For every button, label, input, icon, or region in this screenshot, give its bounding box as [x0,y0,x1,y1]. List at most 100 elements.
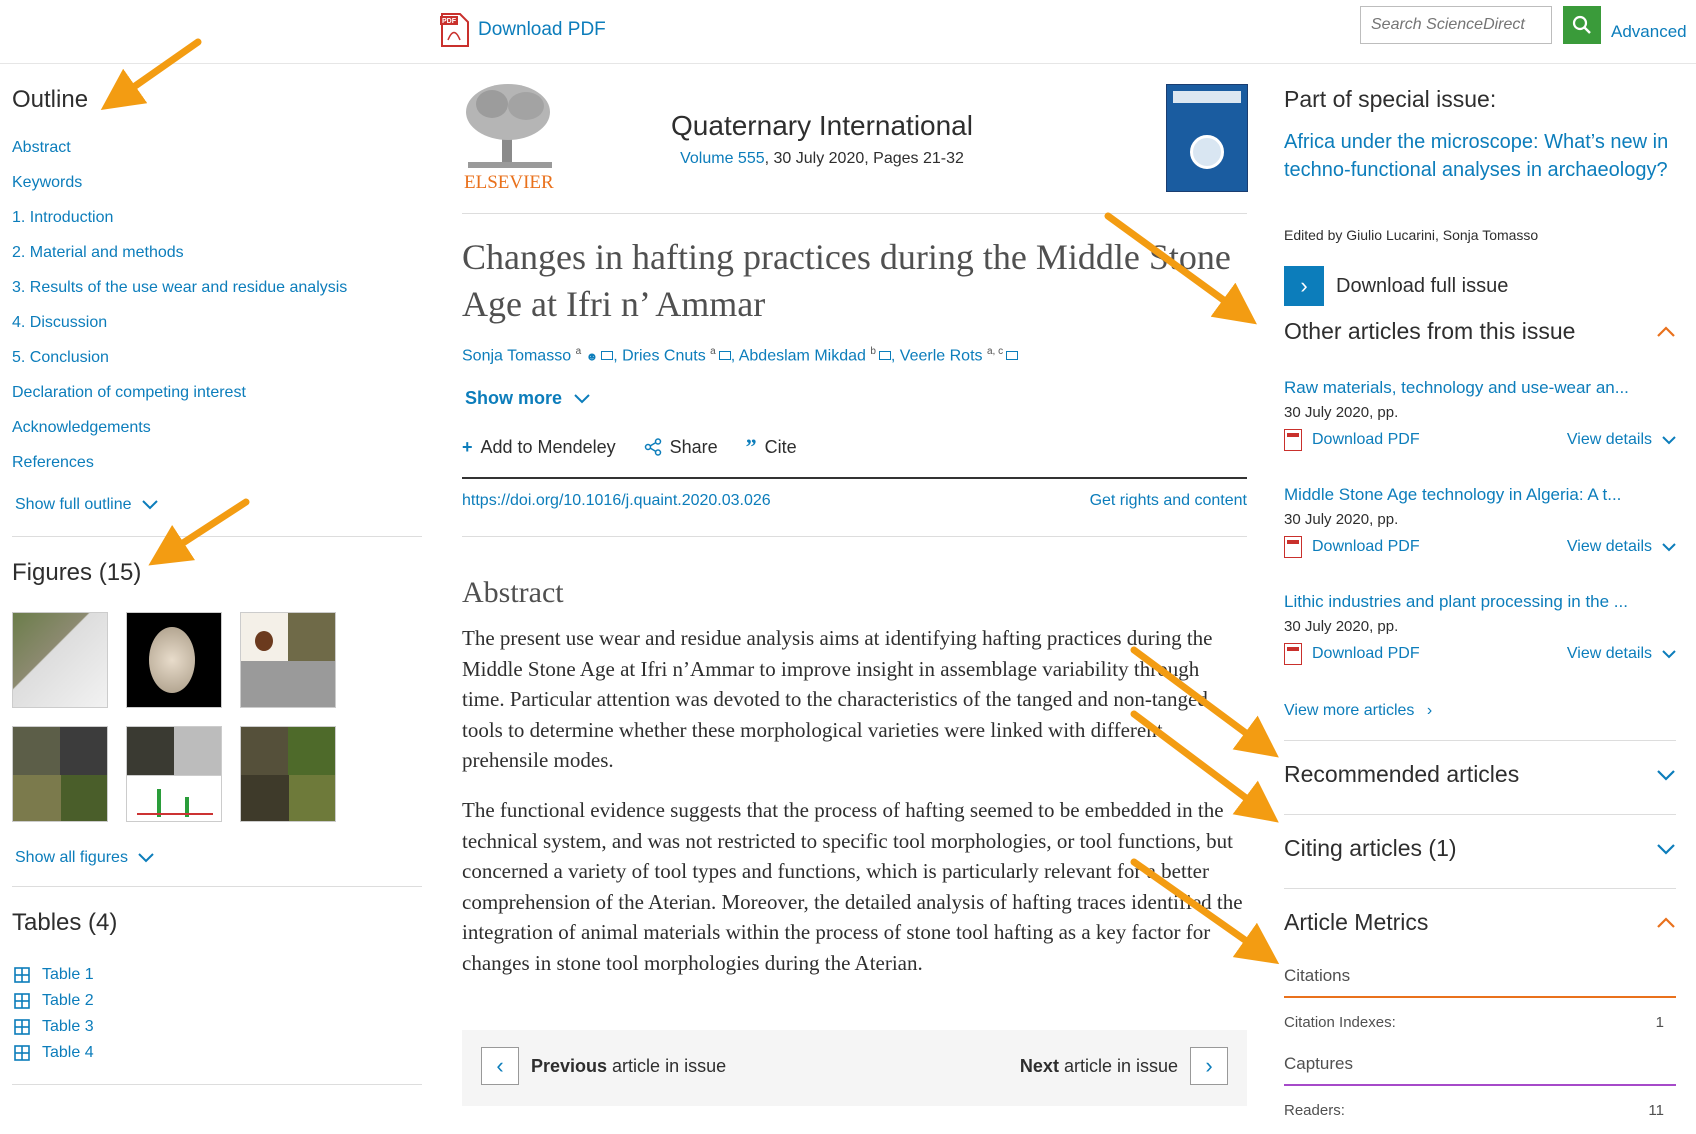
plus-icon: + [462,436,473,457]
article-metrics-heading: Article Metrics [1284,909,1429,935]
issue-article-download-pdf[interactable]: Download PDF [1284,536,1420,558]
issue-article-download-pdf[interactable]: Download PDF [1284,429,1420,451]
view-details-label: View details [1566,431,1652,448]
share-button[interactable]: Share [644,437,718,458]
citing-articles-heading: Citing articles (1) [1284,835,1457,861]
figure-thumbnail[interactable] [126,612,222,708]
abstract-paragraph: The present use wear and residue analysi… [462,626,1213,772]
previous-article-button[interactable]: ‹ Previous article in issue [481,1047,726,1085]
next-article-button[interactable]: Next article in issue › [1020,1047,1228,1085]
chevron-up-icon [1657,325,1675,337]
show-full-outline-button[interactable]: Show full outline [15,496,158,514]
outline-item[interactable]: 5. Conclusion [12,347,347,382]
advanced-search-link[interactable]: Advanced [1611,22,1687,42]
issue-article-links: Download PDF View details [1284,429,1676,451]
chevron-down-icon [574,393,590,403]
issue-article-title[interactable]: Middle Stone Age technology in Algeria: … [1284,485,1672,505]
table-link[interactable]: Table 1 [14,962,94,988]
issue-article-title[interactable]: Raw materials, technology and use-wear a… [1284,378,1672,398]
table-link[interactable]: Table 2 [14,988,94,1014]
issue-article-download-pdf[interactable]: Download PDF [1284,643,1420,665]
issue-article-date: 30 July 2020, pp. [1284,618,1399,635]
figures-heading: Figures (15) [12,559,142,586]
outline-item[interactable]: 1. Introduction [12,207,347,242]
figure-thumbnail[interactable] [126,726,222,822]
table-link[interactable]: Table 4 [14,1040,94,1066]
email-icon[interactable] [1006,351,1019,361]
journal-cover-image[interactable] [1166,84,1248,192]
author-link[interactable]: Veerle Rots [900,347,983,364]
download-full-issue-button[interactable]: › Download full issue [1284,266,1508,306]
special-issue-link[interactable]: Africa under the microscope: What’s new … [1284,128,1676,184]
outline-item[interactable]: 3. Results of the use wear and residue a… [12,277,347,312]
recommended-articles-toggle[interactable]: Recommended articles [1284,761,1676,788]
table-link[interactable]: Table 3 [14,1014,94,1040]
issue-navigation: ‹ Previous article in issue Next article… [462,1030,1247,1106]
chevron-right-icon: › [1426,702,1433,719]
citing-articles-toggle[interactable]: Citing articles (1) [1284,835,1676,862]
outline-item[interactable]: References [12,452,347,487]
download-pdf-button[interactable]: PDF Download PDF [440,12,606,48]
issue-article-date: 30 July 2020, pp. [1284,404,1399,421]
add-to-mendeley-button[interactable]: + Add to Mendeley [462,437,616,458]
author-link[interactable]: Abdeslam Mikdad [739,347,866,364]
view-details-label: View details [1566,538,1652,555]
outline-item[interactable]: Keywords [12,172,347,207]
author-affiliation: a [710,346,716,357]
outline-item[interactable]: 4. Discussion [12,312,347,347]
author-link[interactable]: Dries Cnuts [622,347,706,364]
citation-indexes-label: Citation Indexes: [1284,1014,1396,1031]
figure-thumbnail[interactable] [240,726,336,822]
outline-item[interactable]: 2. Material and methods [12,242,347,277]
divider [12,886,422,887]
author-link[interactable]: Sonja Tomasso [462,347,571,364]
get-rights-link[interactable]: Get rights and content [1090,492,1247,510]
figure-thumbnail[interactable] [12,612,108,708]
show-more-button[interactable]: Show more [465,388,590,409]
abstract-paragraph: The functional evidence suggests that th… [462,798,1243,975]
volume-link[interactable]: Volume 555 [680,150,765,167]
outline-item[interactable]: Acknowledgements [12,417,347,452]
table-icon [14,967,30,983]
issue-article-title[interactable]: Lithic industries and plant processing i… [1284,592,1672,612]
tables-heading: Tables (4) [12,909,118,936]
doi-link[interactable]: https://doi.org/10.1016/j.quaint.2020.03… [462,492,771,510]
figure-thumbnail[interactable] [12,726,108,822]
view-details-button[interactable]: View details [1567,431,1676,449]
email-icon[interactable] [878,351,891,361]
search-button[interactable] [1563,6,1601,44]
view-more-articles-link[interactable]: View more articles › [1284,702,1432,720]
chevron-down-icon [141,500,158,510]
figure-thumbnail[interactable] [240,612,336,708]
outline-item[interactable]: Abstract [12,137,347,172]
elsevier-logo[interactable]: ELSEVIER [462,82,558,193]
top-bar: PDF Download PDF Advanced [0,0,1696,64]
volume-details: , 30 July 2020, Pages 21-32 [764,150,964,167]
view-details-button[interactable]: View details [1567,645,1676,663]
show-all-figures-button[interactable]: Show all figures [15,849,154,867]
share-label: Share [669,436,718,457]
article-metrics-toggle[interactable]: Article Metrics [1284,909,1676,936]
chevron-left-icon: ‹ [481,1047,519,1085]
other-articles-toggle[interactable]: Other articles from this issue [1284,318,1676,345]
outline-item[interactable]: Declaration of competing interest [12,382,347,417]
divider [1284,740,1676,741]
edited-by: Edited by Giulio Lucarini, Sonja Tomasso [1284,227,1539,243]
table-link-label: Table 4 [42,1044,94,1061]
view-details-button[interactable]: View details [1567,538,1676,556]
citation-indexes-row: Citation Indexes: 1 [1284,1014,1664,1031]
chevron-down-icon [1662,542,1676,551]
divider [12,536,422,537]
search-input[interactable] [1360,6,1552,44]
cite-button[interactable]: ” Cite [746,434,797,460]
author-list: Sonja Tomasso a ☻, Dries Cnuts a, Abdesl… [462,346,1019,365]
pdf-icon [1284,429,1302,451]
email-icon[interactable] [601,351,614,361]
issue-article-links: Download PDF View details [1284,536,1676,558]
author-affiliation: b [870,346,876,357]
readers-row: Readers: 11 [1284,1102,1664,1119]
chevron-down-icon [1662,435,1676,444]
article-title: Changes in hafting practices during the … [462,237,1231,324]
email-icon[interactable] [718,351,731,361]
journal-name[interactable]: Quaternary International [562,110,1082,142]
